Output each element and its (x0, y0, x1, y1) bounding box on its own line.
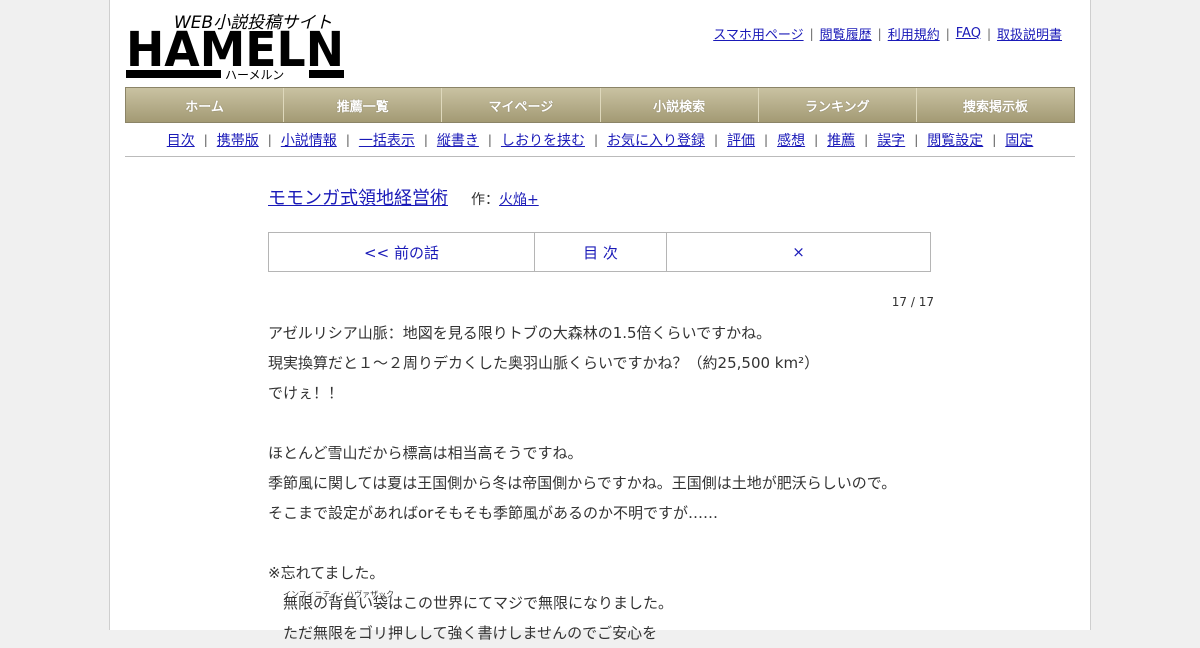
subnav-novel-info[interactable]: 小説情報 (281, 130, 337, 150)
ruby-annotation: インフィニティ・ハヴァザック (283, 590, 395, 599)
separator: | (487, 133, 492, 147)
nav-mypage[interactable]: マイページ (442, 88, 601, 122)
manual-link[interactable]: 取扱説明書 (997, 24, 1062, 43)
novel-header: モモンガ式領地経営術 作： 火焔+ (268, 184, 539, 210)
body-line: そこまで設定があればorそもそも季節風があるのか不明ですが…… (268, 504, 719, 522)
body-line: ※忘れてました。 (268, 564, 385, 582)
subnav-rating[interactable]: 評価 (727, 130, 755, 150)
body-line: ただ無限をゴリ押しして強く書けしませんのでご安心を (268, 624, 658, 642)
episode-nav: << 前の話 目 次 × (268, 232, 931, 272)
subnav-vertical[interactable]: 縦書き (437, 130, 479, 150)
page-container: WEB小説投稿サイト HAMELN ハーメルン スマホ用ページ | 閲覧履歴 |… (109, 0, 1091, 642)
subnav-favorite[interactable]: お気に入り登録 (607, 130, 705, 150)
subnav-show-all[interactable]: 一括表示 (359, 130, 415, 150)
body-line: でけぇ！！ (268, 384, 344, 402)
logo-bar-left (126, 70, 221, 78)
separator: | (345, 133, 350, 147)
body-line: アゼルリシア山脈：地図を見る限りトブの大森林の1.5倍くらいですかね。 (268, 324, 772, 342)
terms-link[interactable]: 利用規約 (888, 24, 940, 43)
subnav-pin[interactable]: 固定 (1005, 130, 1033, 150)
author-link[interactable]: 火焔+ (499, 189, 539, 209)
subnav-view-settings[interactable]: 閲覧設定 (927, 130, 983, 150)
toc-link[interactable]: 目 次 (535, 233, 667, 271)
body-line-with-ruby: インフィニティ・ハヴァザック 無限の背負い袋はこの世界にてマジで無限になりました… (268, 588, 968, 618)
subnav-mobile[interactable]: 携帯版 (217, 130, 259, 150)
separator: | (764, 133, 769, 147)
episode-body: アゼルリシア山脈：地図を見る限りトブの大森林の1.5倍くらいですかね。 現実換算… (268, 318, 968, 648)
separator: | (203, 133, 208, 147)
subnav-bookmark[interactable]: しおりを挟む (501, 130, 585, 150)
separator: | (986, 26, 991, 41)
body-line: 季節風に関しては夏は王国側から冬は帝国側からですかね。王国側は土地が肥沃らしいの… (268, 474, 897, 492)
nav-search-board[interactable]: 捜索掲示板 (917, 88, 1074, 122)
next-episode-link[interactable]: × (667, 233, 930, 271)
separator: | (714, 133, 719, 147)
main-nav: ホーム 推薦一覧 マイページ 小説検索 ランキング 捜索掲示板 (125, 87, 1075, 123)
smartphone-page-link[interactable]: スマホ用ページ (713, 24, 803, 43)
logo-reading: ハーメルン (225, 68, 284, 80)
subnav-typo[interactable]: 誤字 (877, 130, 905, 150)
nav-home[interactable]: ホーム (126, 88, 285, 122)
body-line (268, 408, 968, 438)
nav-ranking[interactable]: ランキング (759, 88, 917, 122)
episode-counter: 17 / 17 (891, 295, 934, 309)
faq-link[interactable]: FAQ (956, 26, 981, 41)
separator: | (945, 26, 950, 41)
logo-bar-right (309, 70, 344, 78)
body-line: 現実換算だと１～２周りデカくした奥羽山脈くらいですかね？（約25,500 km²… (268, 354, 820, 372)
separator: | (809, 26, 814, 41)
nav-novel-search[interactable]: 小説検索 (601, 88, 759, 122)
prev-episode-link[interactable]: << 前の話 (269, 233, 535, 271)
top-links: スマホ用ページ | 閲覧履歴 | 利用規約 | FAQ | 取扱説明書 (713, 24, 1062, 43)
subnav-toc[interactable]: 目次 (167, 130, 195, 150)
separator: | (814, 133, 819, 147)
hameln-logo[interactable]: WEB小説投稿サイト HAMELN ハーメルン (126, 10, 346, 80)
subnav-review[interactable]: 感想 (777, 130, 805, 150)
separator: | (914, 133, 919, 147)
separator: | (267, 133, 272, 147)
novel-title-link[interactable]: モモンガ式領地経営術 (268, 184, 448, 210)
author-prefix: 作： (471, 192, 499, 208)
separator: | (992, 133, 997, 147)
body-line: ほとんど雪山だから標高は相当高そうですね。 (268, 444, 583, 462)
history-link[interactable]: 閲覧履歴 (820, 24, 872, 43)
separator: | (593, 133, 598, 147)
body-line (268, 528, 968, 558)
sub-nav: 目次 | 携帯版 | 小説情報 | 一括表示 | 縦書き | しおりを挟む | … (125, 124, 1075, 157)
nav-recommendations[interactable]: 推薦一覧 (284, 88, 443, 122)
separator: | (864, 133, 869, 147)
separator: | (423, 133, 428, 147)
separator: | (877, 26, 882, 41)
subnav-recommend[interactable]: 推薦 (827, 130, 855, 150)
